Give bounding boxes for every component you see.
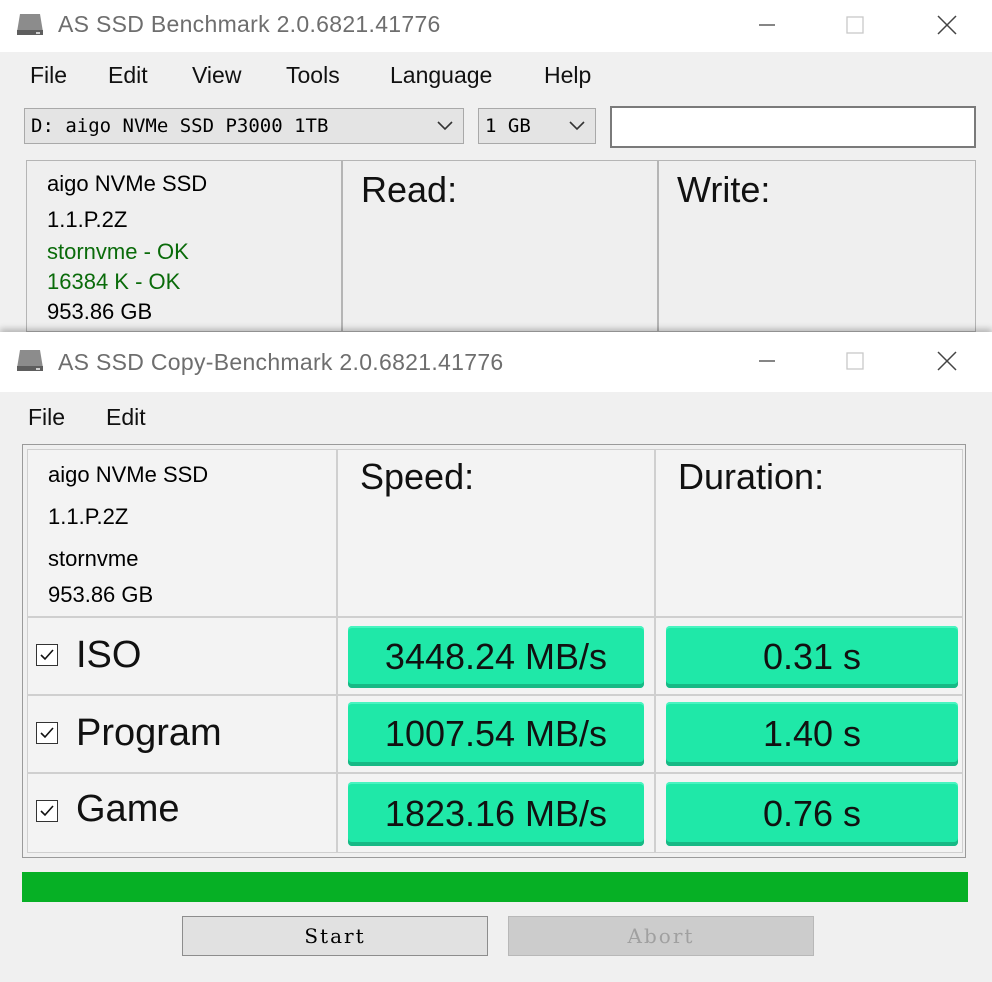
drive-select[interactable]: D: aigo NVMe SSD P3000 1TB xyxy=(24,108,464,144)
drive-capacity: 953.86 GB xyxy=(48,582,154,607)
drive-firmware: 1.1.P.2Z xyxy=(48,504,129,529)
row-iso-label: ISO xyxy=(76,634,142,676)
close-icon xyxy=(937,351,957,371)
title-bar[interactable]: AS SSD Benchmark 2.0.6821.41776 xyxy=(0,0,992,52)
minimize-icon xyxy=(759,360,775,362)
iso-duration-result: 0.31 s xyxy=(666,626,958,688)
benchmark-window: AS SSD Benchmark 2.0.6821.41776 File Edi… xyxy=(0,0,992,332)
menu-file[interactable]: File xyxy=(30,62,67,89)
chevron-down-icon xyxy=(437,121,453,131)
window-title: AS SSD Benchmark 2.0.6821.41776 xyxy=(58,11,441,37)
iso-speed-result: 3448.24 MB/s xyxy=(348,626,644,688)
close-button[interactable] xyxy=(924,342,970,380)
menu-tools[interactable]: Tools xyxy=(286,62,340,89)
menu-edit[interactable]: Edit xyxy=(106,404,146,431)
drive-firmware: 1.1.P.2Z xyxy=(47,207,128,232)
row-program-duration-cell: 1.40 s xyxy=(655,695,963,773)
menu-bar: File Edit View Tools Language Help xyxy=(0,62,992,102)
write-header: Write: xyxy=(677,169,771,210)
checkbox-checked-icon xyxy=(40,805,54,817)
minimize-button[interactable] xyxy=(744,342,790,380)
menu-bar: File Edit xyxy=(0,404,992,444)
drive-icon xyxy=(16,12,44,36)
maximize-icon xyxy=(846,352,864,370)
game-speed-result: 1823.16 MB/s xyxy=(348,782,644,846)
write-column: Write: xyxy=(658,160,976,332)
checkbox-program[interactable] xyxy=(36,722,58,744)
maximize-button[interactable] xyxy=(832,342,878,380)
drive-info-panel: aigo NVMe SSD 1.1.P.2Z stornvme - OK 163… xyxy=(26,160,342,332)
row-game-duration-cell: 0.76 s xyxy=(655,773,963,853)
program-duration-result: 1.40 s xyxy=(666,702,958,766)
close-button[interactable] xyxy=(924,6,970,44)
checkbox-checked-icon xyxy=(40,727,54,739)
drive-capacity: 953.86 GB xyxy=(47,299,153,324)
close-icon xyxy=(937,15,957,35)
program-speed-result: 1007.54 MB/s xyxy=(348,702,644,766)
maximize-icon xyxy=(846,16,864,34)
row-game-label: Game xyxy=(76,788,180,830)
row-game-speed-cell: 1823.16 MB/s xyxy=(337,773,655,853)
window-title: AS SSD Copy-Benchmark 2.0.6821.41776 xyxy=(58,349,504,375)
read-header: Read: xyxy=(361,169,458,210)
duration-header: Duration: xyxy=(678,456,825,497)
menu-edit[interactable]: Edit xyxy=(108,62,148,89)
minimize-icon xyxy=(759,24,775,26)
title-bar[interactable]: AS SSD Copy-Benchmark 2.0.6821.41776 xyxy=(0,332,992,392)
status-textbox[interactable] xyxy=(610,106,976,148)
row-iso-label-cell: ISO xyxy=(27,617,337,695)
size-select-value: 1 GB xyxy=(485,115,531,137)
speed-column-header: Speed: xyxy=(337,449,655,617)
row-iso-duration-cell: 0.31 s xyxy=(655,617,963,695)
row-program-label-cell: Program xyxy=(27,695,337,773)
drive-select-value: D: aigo NVMe SSD P3000 1TB xyxy=(31,115,329,137)
checkbox-iso[interactable] xyxy=(36,644,58,666)
driver-name: stornvme xyxy=(48,546,139,571)
read-column: Read: xyxy=(342,160,658,332)
copy-benchmark-window: AS SSD Copy-Benchmark 2.0.6821.41776 Fil… xyxy=(0,332,992,982)
duration-column-header: Duration: xyxy=(655,449,963,617)
menu-file[interactable]: File xyxy=(28,404,65,431)
size-select[interactable]: 1 GB xyxy=(478,108,596,144)
progress-bar xyxy=(22,872,968,902)
drive-model: aigo NVMe SSD xyxy=(48,462,209,487)
driver-status: stornvme - OK xyxy=(47,239,189,264)
row-game-label-cell: Game xyxy=(27,773,337,853)
drive-model: aigo NVMe SSD xyxy=(47,171,208,196)
checkbox-checked-icon xyxy=(40,649,54,661)
alignment-status: 16384 K - OK xyxy=(47,269,181,294)
chevron-down-icon xyxy=(569,121,585,131)
game-duration-result: 0.76 s xyxy=(666,782,958,846)
abort-button[interactable]: Abort xyxy=(508,916,814,956)
row-iso-speed-cell: 3448.24 MB/s xyxy=(337,617,655,695)
drive-info-panel: aigo NVMe SSD 1.1.P.2Z stornvme 953.86 G… xyxy=(27,449,337,617)
start-button[interactable]: Start xyxy=(182,916,488,956)
checkbox-game[interactable] xyxy=(36,800,58,822)
drive-icon xyxy=(16,348,44,372)
menu-language[interactable]: Language xyxy=(390,62,492,89)
menu-help[interactable]: Help xyxy=(544,62,591,89)
minimize-button[interactable] xyxy=(744,6,790,44)
progress-bar-fill xyxy=(22,872,968,902)
speed-header: Speed: xyxy=(360,456,475,497)
results-grid: aigo NVMe SSD 1.1.P.2Z stornvme 953.86 G… xyxy=(22,444,966,858)
maximize-button[interactable] xyxy=(832,6,878,44)
row-program-speed-cell: 1007.54 MB/s xyxy=(337,695,655,773)
menu-view[interactable]: View xyxy=(192,62,241,89)
row-program-label: Program xyxy=(76,712,222,754)
